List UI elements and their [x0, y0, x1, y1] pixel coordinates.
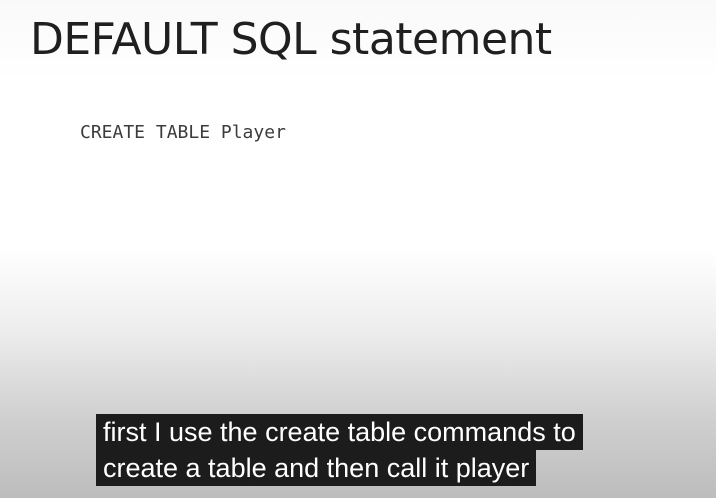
subtitle-caption: first I use the create table commands to… [96, 414, 583, 486]
caption-line-1: first I use the create table commands to [96, 414, 583, 450]
slide-title: DEFAULT SQL statement [30, 14, 552, 65]
sql-code-line: CREATE TABLE Player [80, 122, 286, 143]
caption-line-2: create a table and then call it player [96, 450, 537, 486]
